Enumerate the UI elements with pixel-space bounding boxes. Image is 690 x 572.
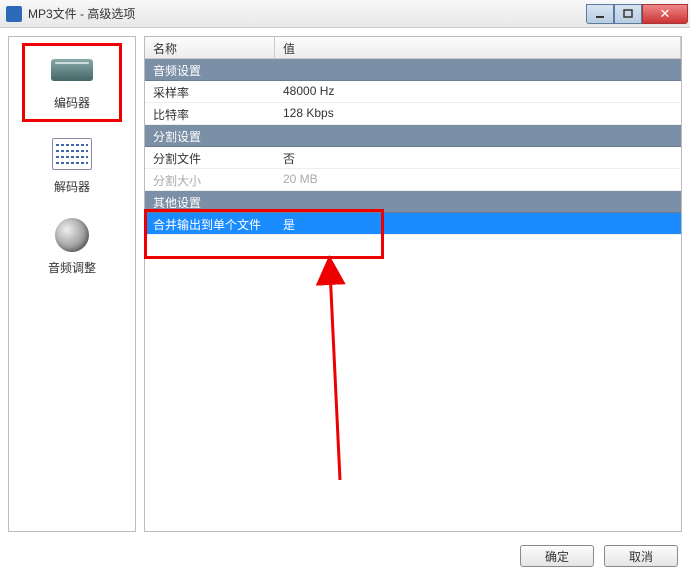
row-splitsize: 分割大小 20 MB <box>145 169 681 191</box>
cell-name: 合并输出到单个文件 <box>145 213 275 234</box>
sidebar-item-label: 音频调整 <box>48 259 96 276</box>
sidebar-item-encoder[interactable]: 编码器 <box>22 43 122 122</box>
cancel-button[interactable]: 取消 <box>604 545 678 567</box>
app-icon <box>6 6 22 22</box>
cell-name: 采样率 <box>145 81 275 102</box>
section-audio: 音频设置 <box>145 59 681 81</box>
sidebar: 编码器 解码器 音频调整 <box>8 36 136 532</box>
sidebar-item-label: 解码器 <box>54 178 90 195</box>
dialog-footer: 确定 取消 <box>0 540 690 572</box>
settings-panel: 名称 值 音频设置 采样率 48000 Hz 比特率 128 Kbps 分割设置… <box>144 36 682 532</box>
cell-name: 分割文件 <box>145 147 275 168</box>
title-bar: MP3文件 - 高级选项 ✕ <box>0 0 690 28</box>
close-button[interactable]: ✕ <box>642 4 688 24</box>
row-samplerate[interactable]: 采样率 48000 Hz <box>145 81 681 103</box>
cell-value: 否 <box>275 147 681 168</box>
section-split: 分割设置 <box>145 125 681 147</box>
cell-value: 20 MB <box>275 169 681 190</box>
row-bitrate[interactable]: 比特率 128 Kbps <box>145 103 681 125</box>
window-controls: ✕ <box>586 4 688 24</box>
header-name: 名称 <box>145 37 275 58</box>
cell-value: 48000 Hz <box>275 81 681 102</box>
encoder-icon <box>49 52 95 88</box>
header-value: 值 <box>275 37 681 58</box>
content-area: 编码器 解码器 音频调整 名称 值 音频设置 采样率 48000 Hz 比特率 … <box>0 28 690 540</box>
cell-value: 是 <box>275 213 681 234</box>
window-title: MP3文件 - 高级选项 <box>28 5 586 22</box>
speaker-icon <box>49 217 95 253</box>
minimize-button[interactable] <box>586 4 614 24</box>
cell-name: 比特率 <box>145 103 275 124</box>
cell-value: 128 Kbps <box>275 103 681 124</box>
row-splitfile[interactable]: 分割文件 否 <box>145 147 681 169</box>
highlight-wrap: 合并输出到单个文件 是 <box>145 213 681 235</box>
sidebar-item-decoder[interactable]: 解码器 <box>22 130 122 203</box>
table-header: 名称 值 <box>145 37 681 59</box>
sidebar-item-label: 编码器 <box>54 94 90 111</box>
maximize-button[interactable] <box>614 4 642 24</box>
cell-name: 分割大小 <box>145 169 275 190</box>
sidebar-item-audio-adjust[interactable]: 音频调整 <box>22 211 122 284</box>
decoder-icon <box>49 136 95 172</box>
row-merge-output[interactable]: 合并输出到单个文件 是 <box>145 213 681 235</box>
ok-button[interactable]: 确定 <box>520 545 594 567</box>
section-other: 其他设置 <box>145 191 681 213</box>
